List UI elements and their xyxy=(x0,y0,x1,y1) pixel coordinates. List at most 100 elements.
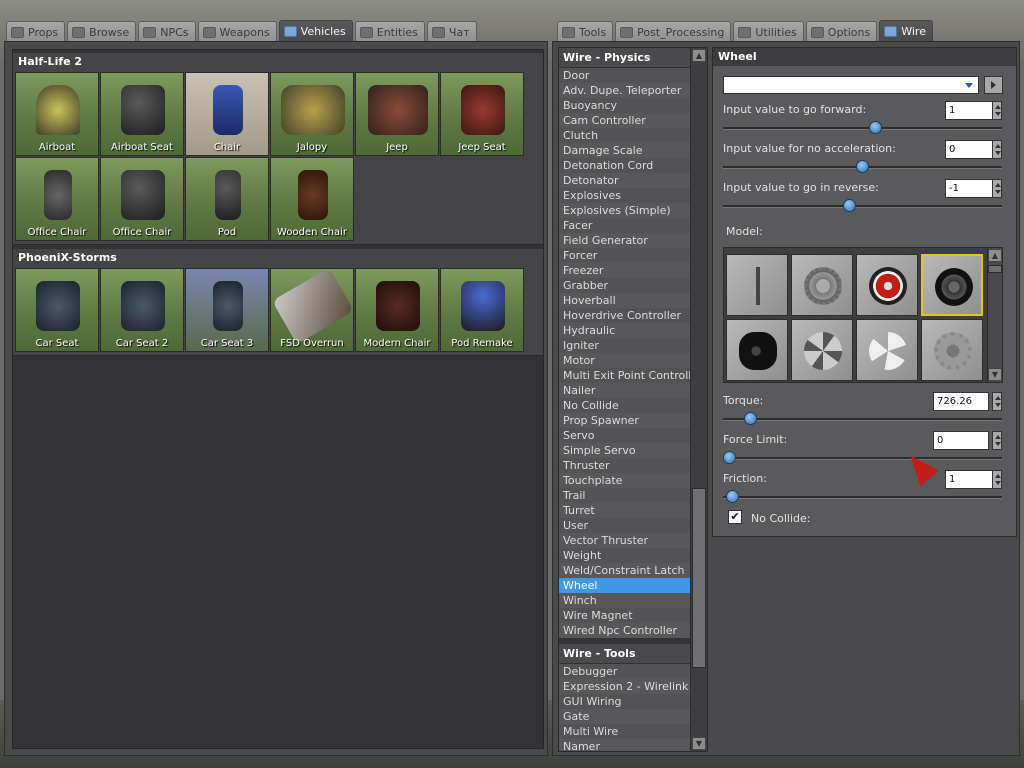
scroll-down-button[interactable]: ▼ xyxy=(988,368,1002,381)
noaccel-spinner[interactable] xyxy=(992,140,1002,159)
reverse-spinner[interactable] xyxy=(992,179,1002,198)
tool-item-debugger[interactable]: Debugger xyxy=(559,664,690,679)
tool-item-multi-exit-point-controller[interactable]: Multi Exit Point Controller xyxy=(559,368,690,383)
model-axle[interactable] xyxy=(726,254,788,316)
tool-item-damage-scale[interactable]: Damage Scale xyxy=(559,143,690,158)
scroll-up-button[interactable]: ▲ xyxy=(988,249,1002,262)
preset-dropdown[interactable] xyxy=(723,76,979,94)
spawnicon-chair[interactable]: Chair xyxy=(185,72,269,156)
torque-spinner[interactable] xyxy=(992,392,1002,411)
torque-slider[interactable] xyxy=(723,412,1002,425)
torque-input[interactable]: 726.26 xyxy=(933,392,989,411)
category-title[interactable]: Half-Life 2 xyxy=(13,53,543,71)
tool-item-multi-wire[interactable]: Multi Wire xyxy=(559,724,690,739)
slider-knob[interactable] xyxy=(723,451,736,464)
tool-item-expression-2-wirelink[interactable]: Expression 2 - Wirelink xyxy=(559,679,690,694)
tool-item-buoyancy[interactable]: Buoyancy xyxy=(559,98,690,113)
scroll-thumb[interactable] xyxy=(988,265,1002,273)
tool-item-gui-wiring[interactable]: GUI Wiring xyxy=(559,694,690,709)
scroll-thumb[interactable] xyxy=(692,488,706,668)
tool-item-clutch[interactable]: Clutch xyxy=(559,128,690,143)
slider-knob[interactable] xyxy=(843,199,856,212)
tool-item-adv-dupe-teleporter[interactable]: Adv. Dupe. Teleporter xyxy=(559,83,690,98)
model-fan-wheel[interactable] xyxy=(791,319,853,381)
tool-item-servo[interactable]: Servo xyxy=(559,428,690,443)
tool-item-wired-npc-controller[interactable]: Wired Npc Controller xyxy=(559,623,690,638)
tab-browse[interactable]: Browse xyxy=(67,21,137,42)
slider-knob[interactable] xyxy=(856,160,869,173)
tool-item-touchplate[interactable]: Touchplate xyxy=(559,473,690,488)
spawnicon-airboat[interactable]: Airboat xyxy=(15,72,99,156)
tool-item-no-collide[interactable]: No Collide xyxy=(559,398,690,413)
spawnicon-pod-remake[interactable]: Pod Remake xyxy=(440,268,524,352)
tool-item-gate[interactable]: Gate xyxy=(559,709,690,724)
tool-item-hydraulic[interactable]: Hydraulic xyxy=(559,323,690,338)
spawnicon-jalopy[interactable]: Jalopy xyxy=(270,72,354,156)
tool-item-freezer[interactable]: Freezer xyxy=(559,263,690,278)
tool-item-grabber[interactable]: Grabber xyxy=(559,278,690,293)
reverse-slider[interactable] xyxy=(723,199,1002,212)
tab-post-processing[interactable]: Post_Processing xyxy=(615,21,732,42)
spawnicon-airboat-seat[interactable]: Airboat Seat xyxy=(100,72,184,156)
model-propeller[interactable] xyxy=(856,319,918,381)
spawnicon-jeep[interactable]: Jeep xyxy=(355,72,439,156)
tool-item-cam-controller[interactable]: Cam Controller xyxy=(559,113,690,128)
slider-knob[interactable] xyxy=(726,490,739,503)
tool-item-winch[interactable]: Winch xyxy=(559,593,690,608)
tool-item-user[interactable]: User xyxy=(559,518,690,533)
spawnicon-car-seat-3[interactable]: Car Seat 3 xyxy=(185,268,269,352)
tool-item-simple-servo[interactable]: Simple Servo xyxy=(559,443,690,458)
force-limit-spinner[interactable] xyxy=(992,431,1002,450)
tool-item-facer[interactable]: Facer xyxy=(559,218,690,233)
tab-npcs[interactable]: NPCs xyxy=(138,21,196,42)
spawnicon-modern-chair[interactable]: Modern Chair xyxy=(355,268,439,352)
tab-vehicles[interactable]: Vehicles xyxy=(278,20,353,42)
tool-tree-list[interactable]: Wire - Physics Door Adv. Dupe. Teleporter… xyxy=(559,48,690,751)
tool-tree-scrollbar[interactable]: ▲ ▼ xyxy=(690,48,707,751)
wire-physics-header[interactable]: Wire - Physics xyxy=(559,48,690,68)
friction-slider[interactable] xyxy=(723,490,1002,503)
friction-spinner[interactable] xyxy=(992,470,1002,489)
tool-item-field-generator[interactable]: Field Generator xyxy=(559,233,690,248)
model-tire-wheel[interactable] xyxy=(921,254,983,316)
tab-utilities[interactable]: Utilities xyxy=(733,21,804,42)
tool-item-nailer[interactable]: Nailer xyxy=(559,383,690,398)
scroll-up-button[interactable]: ▲ xyxy=(692,49,706,62)
tool-item-motor[interactable]: Motor xyxy=(559,353,690,368)
tool-item-door[interactable]: Door xyxy=(559,68,690,83)
tool-item-explosives-simple[interactable]: Explosives (Simple) xyxy=(559,203,690,218)
spawnicon-car-seat-2[interactable]: Car Seat 2 xyxy=(100,268,184,352)
spawnicon-fsd-overrun[interactable]: FSD Overrun xyxy=(270,268,354,352)
wire-tools-header[interactable]: Wire - Tools xyxy=(559,644,690,664)
no-collide-checkbox[interactable]: ✔ xyxy=(728,510,742,524)
tool-item-wheel[interactable]: Wheel xyxy=(559,578,690,593)
tool-item-forcer[interactable]: Forcer xyxy=(559,248,690,263)
model-gear[interactable] xyxy=(791,254,853,316)
spawnicon-jeep-seat[interactable]: Jeep Seat xyxy=(440,72,524,156)
tool-item-weight[interactable]: Weight xyxy=(559,548,690,563)
tab-tools[interactable]: Tools xyxy=(557,21,614,42)
tool-item-trail[interactable]: Trail xyxy=(559,488,690,503)
tool-item-namer[interactable]: Namer xyxy=(559,739,690,751)
spawnicon-pod[interactable]: Pod xyxy=(185,157,269,241)
tool-item-turret[interactable]: Turret xyxy=(559,503,690,518)
tab-entities[interactable]: Entities xyxy=(354,21,425,42)
tab-props[interactable]: Props xyxy=(6,21,66,42)
forward-spinner[interactable] xyxy=(992,101,1002,120)
vehicles-list[interactable]: Half-Life 2 Airboat Airboat Seat Chair J… xyxy=(12,49,544,749)
spawnicon-office-chair[interactable]: Office Chair xyxy=(15,157,99,241)
model-scrollbar[interactable]: ▲ ▼ xyxy=(987,248,1002,382)
force-limit-slider[interactable] xyxy=(723,451,1002,464)
forward-slider[interactable] xyxy=(723,121,1002,134)
tool-item-wire-magnet[interactable]: Wire Magnet xyxy=(559,608,690,623)
model-cog[interactable] xyxy=(921,319,983,381)
tab-wire[interactable]: Wire xyxy=(879,20,933,42)
tool-item-prop-spawner[interactable]: Prop Spawner xyxy=(559,413,690,428)
spawnicon-office-chair-2[interactable]: Office Chair xyxy=(100,157,184,241)
tool-item-hoverdrive-controller[interactable]: Hoverdrive Controller xyxy=(559,308,690,323)
tool-item-explosives[interactable]: Explosives xyxy=(559,188,690,203)
model-thick-tire[interactable] xyxy=(726,319,788,381)
tool-item-weld-constraint-latch[interactable]: Weld/Constraint Latch xyxy=(559,563,690,578)
tab-chat[interactable]: Чат xyxy=(426,21,477,42)
tool-item-hoverball[interactable]: Hoverball xyxy=(559,293,690,308)
